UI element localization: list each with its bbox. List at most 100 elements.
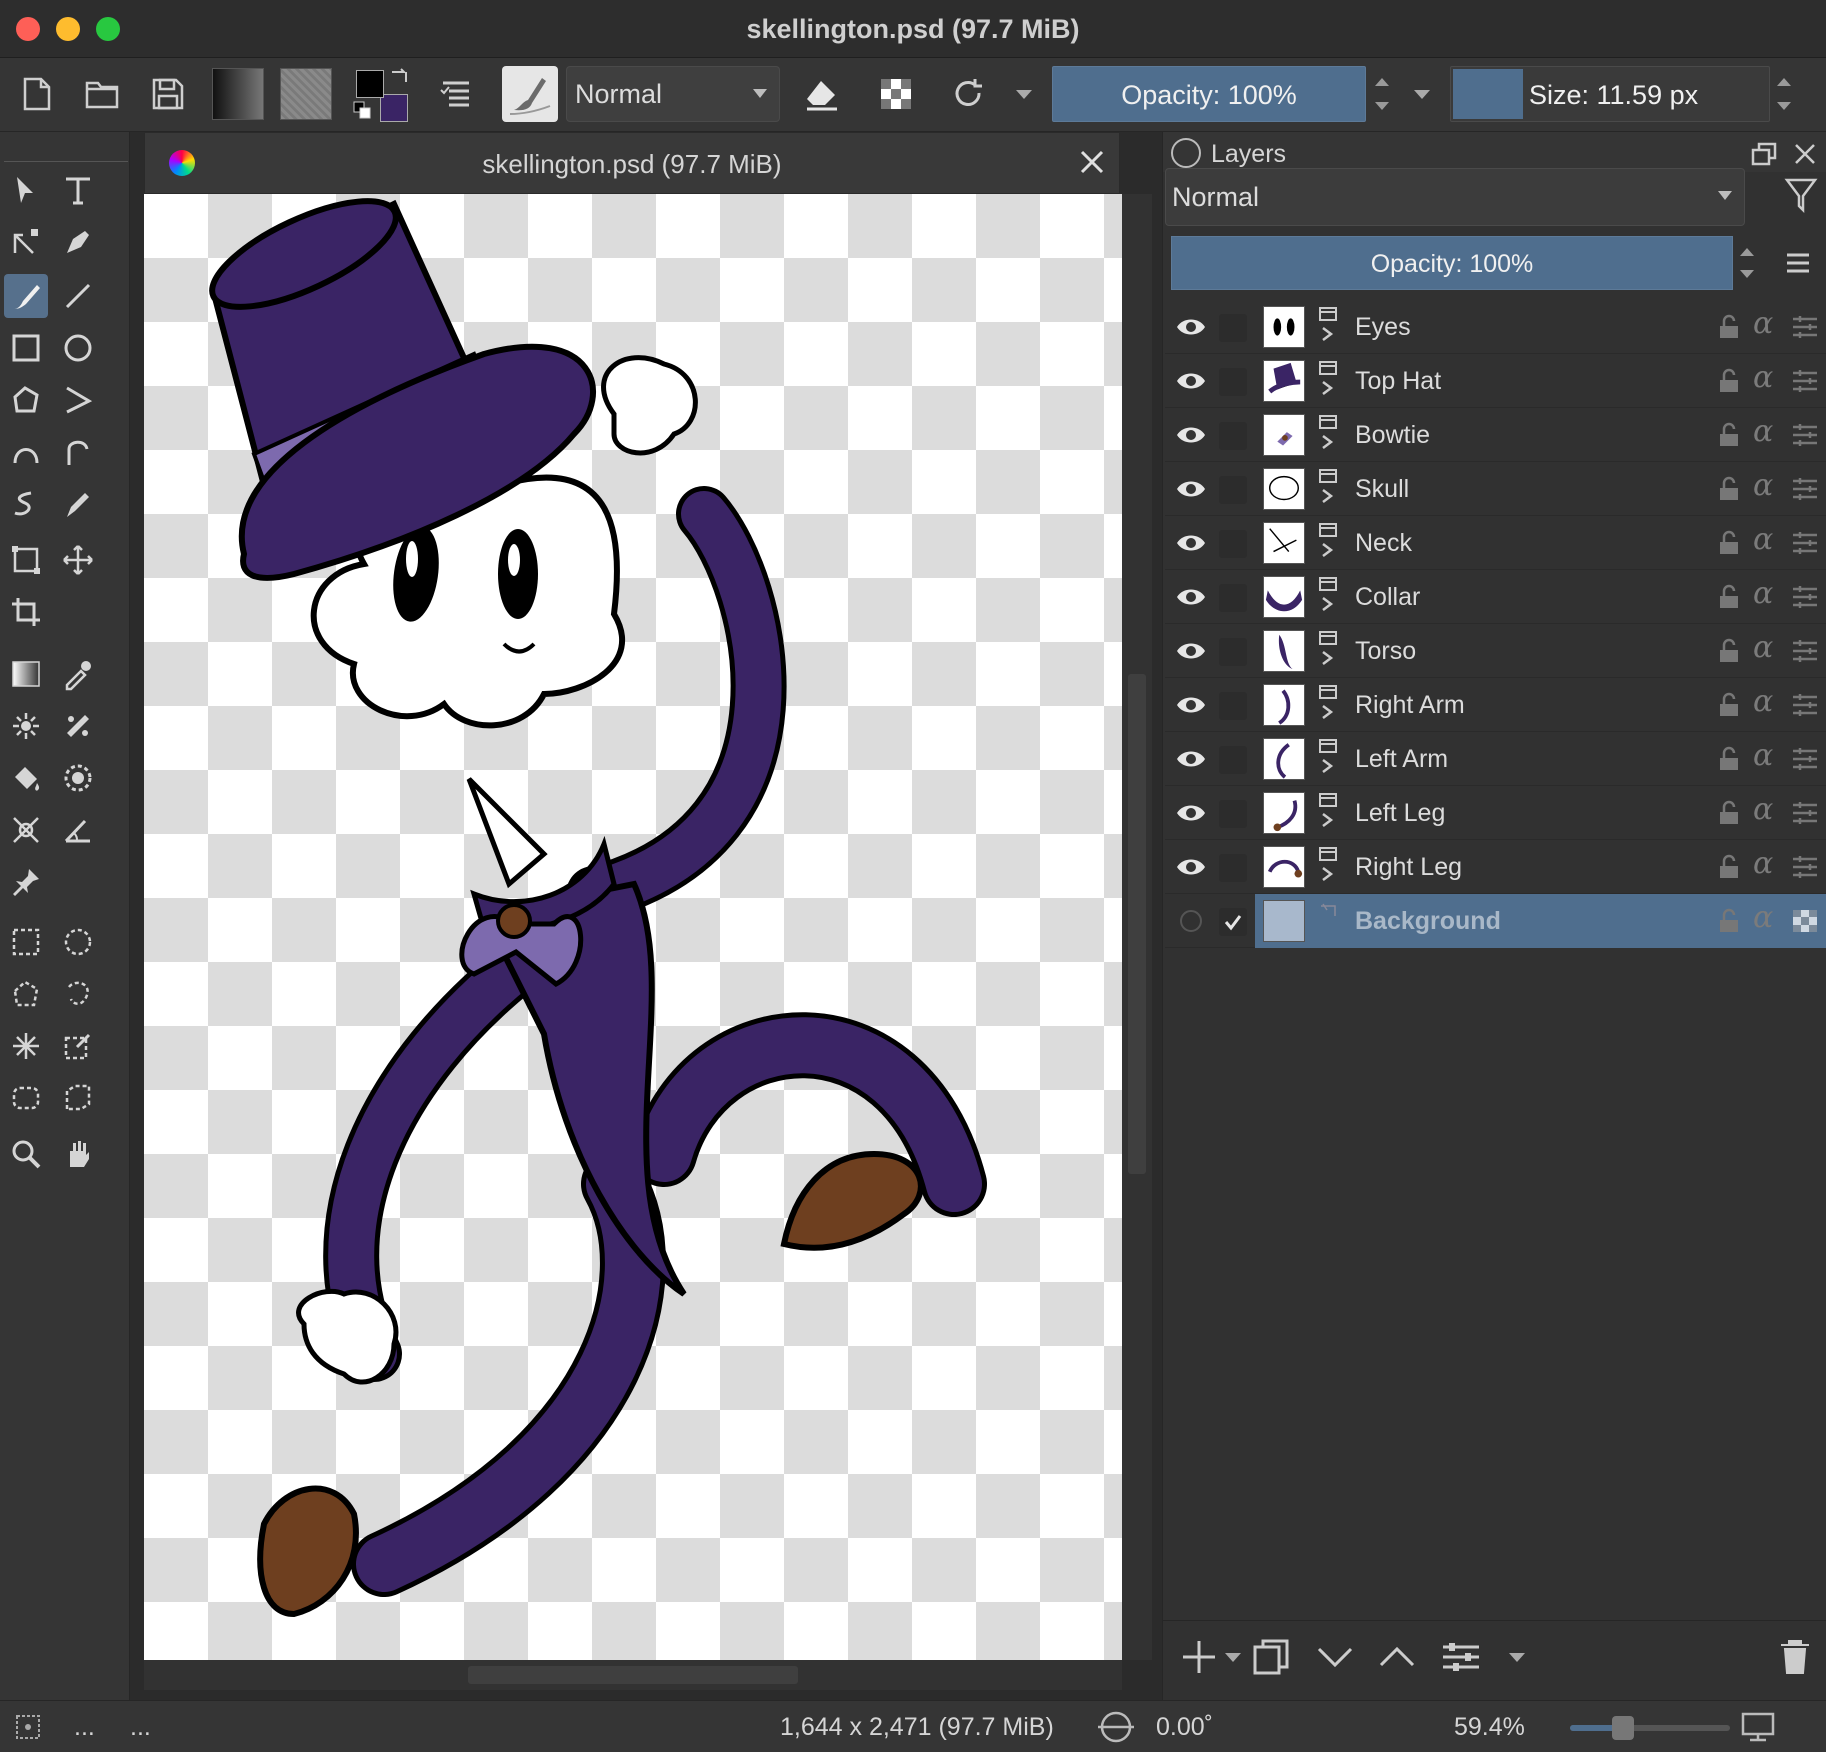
alpha-lock-icon[interactable]: α	[1753, 414, 1773, 449]
elliptical-selection-tool-icon[interactable]	[56, 920, 100, 964]
layer-row[interactable]: Top Hat α	[1165, 354, 1826, 408]
inherit-alpha-icon[interactable]	[1791, 746, 1819, 772]
edit-shapes-tool-icon[interactable]	[4, 220, 48, 264]
inherit-alpha-icon[interactable]	[1791, 584, 1819, 610]
freehand-path-tool-icon[interactable]	[56, 430, 100, 474]
assistant-tool-icon[interactable]	[4, 808, 48, 852]
layer-name[interactable]: Right Arm	[1355, 691, 1465, 720]
visibility-eye-icon[interactable]	[1175, 637, 1207, 665]
layer-row[interactable]: Left Arm α	[1165, 732, 1826, 786]
layer-name[interactable]: Torso	[1355, 637, 1416, 666]
alpha-lock-icon[interactable]: α	[1753, 360, 1773, 395]
alpha-lock-icon[interactable]: α	[1753, 792, 1773, 827]
visibility-eye-icon[interactable]	[1175, 475, 1207, 503]
layer-row[interactable]: Left Leg α	[1165, 786, 1826, 840]
gradient-swatch[interactable]	[212, 68, 264, 120]
brush-size-slider[interactable]: Size: 11.59 px	[1450, 66, 1770, 122]
save-icon[interactable]	[142, 68, 194, 120]
delete-layer-icon[interactable]	[1773, 1635, 1817, 1679]
brush-preset-button[interactable]	[502, 66, 558, 122]
horizontal-scrollbar-thumb[interactable]	[468, 1666, 798, 1684]
lock-layer-icon[interactable]	[1717, 692, 1741, 718]
canvas-area[interactable]	[144, 194, 1122, 1660]
layer-select-checkbox[interactable]	[1219, 800, 1247, 828]
smart-patch-tool-icon[interactable]	[56, 704, 100, 748]
layer-select-checkbox[interactable]	[1219, 854, 1247, 882]
polygon-tool-icon[interactable]	[4, 378, 48, 422]
select-shapes-tool-icon[interactable]	[4, 168, 48, 212]
bezier-curve-tool-icon[interactable]	[4, 430, 48, 474]
calligraphy-tool-icon[interactable]	[56, 220, 100, 264]
contiguous-selection-tool-icon[interactable]	[4, 1024, 48, 1068]
move-layer-up-icon[interactable]	[1375, 1635, 1419, 1679]
fill-tool-icon[interactable]	[4, 756, 48, 800]
layer-name[interactable]: Top Hat	[1355, 367, 1441, 396]
visibility-eye-icon[interactable]	[1175, 313, 1207, 341]
eraser-mode-icon[interactable]	[796, 68, 848, 120]
alpha-lock-icon[interactable]: α	[1753, 846, 1773, 881]
visibility-eye-icon[interactable]	[1175, 745, 1207, 773]
layer-name[interactable]: Bowtie	[1355, 421, 1430, 450]
layer-opacity-spinner[interactable]	[1735, 236, 1759, 290]
opacity-spinner[interactable]	[1370, 66, 1394, 122]
canvas[interactable]	[144, 194, 1122, 1660]
ellipse-tool-icon[interactable]	[56, 326, 100, 370]
layer-properties-icon[interactable]	[1439, 1635, 1483, 1679]
pan-tool-icon[interactable]	[56, 1132, 100, 1176]
lock-layer-icon[interactable]	[1717, 314, 1741, 340]
inherit-alpha-icon[interactable]	[1791, 476, 1819, 502]
layer-name[interactable]: Background	[1355, 907, 1501, 936]
layer-select-checkbox[interactable]	[1219, 530, 1247, 558]
layer-row[interactable]: Eyes α	[1165, 300, 1826, 354]
reset-colors-icon[interactable]	[352, 100, 374, 122]
add-layer-icon[interactable]	[1177, 1635, 1221, 1679]
inherit-alpha-icon[interactable]	[1791, 800, 1819, 826]
chevron-down-icon[interactable]	[1016, 90, 1032, 99]
layer-row[interactable]: Neck α	[1165, 516, 1826, 570]
similar-color-selection-tool-icon[interactable]	[56, 1024, 100, 1068]
lock-layer-icon[interactable]	[1717, 476, 1741, 502]
lock-layer-icon[interactable]	[1717, 368, 1741, 394]
reload-preset-icon[interactable]	[942, 68, 994, 120]
layer-row[interactable]: Right Leg α	[1165, 840, 1826, 894]
alpha-lock-icon[interactable]: α	[1753, 900, 1773, 935]
layer-name[interactable]: Neck	[1355, 529, 1412, 558]
alpha-lock-icon[interactable]: α	[1753, 630, 1773, 665]
layer-name[interactable]: Skull	[1355, 475, 1409, 504]
rotation-icon[interactable]	[1092, 1709, 1140, 1745]
lock-layer-icon[interactable]	[1717, 800, 1741, 826]
hidden-layer-icon[interactable]	[1175, 907, 1207, 935]
colorize-mask-tool-icon[interactable]	[4, 704, 48, 748]
gradient-tool-icon[interactable]	[4, 652, 48, 696]
open-folder-icon[interactable]	[76, 68, 128, 120]
opacity-slider[interactable]: Opacity: 100%	[1052, 66, 1366, 122]
inherit-alpha-icon[interactable]	[1791, 530, 1819, 556]
alpha-lock-icon[interactable]: α	[1753, 738, 1773, 773]
zoom-tool-icon[interactable]	[4, 1132, 48, 1176]
layer-select-checkbox[interactable]	[1219, 908, 1247, 936]
filter-icon[interactable]	[1783, 176, 1819, 216]
chevron-down-icon[interactable]	[1509, 1653, 1525, 1662]
foreground-color-swatch[interactable]	[356, 70, 384, 98]
zoom-slider-handle[interactable]	[1612, 1716, 1634, 1740]
display-icon[interactable]	[1740, 1711, 1776, 1743]
layer-opacity-slider[interactable]: Opacity: 100%	[1171, 236, 1733, 290]
color-picker-tool-icon[interactable]	[56, 652, 100, 696]
lock-docker-icon[interactable]	[1171, 138, 1201, 168]
pattern-swatch[interactable]	[280, 68, 332, 120]
rectangular-selection-tool-icon[interactable]	[4, 920, 48, 964]
inherit-alpha-icon[interactable]	[1791, 314, 1819, 340]
visibility-eye-icon[interactable]	[1175, 367, 1207, 395]
layer-row[interactable]: Torso α	[1165, 624, 1826, 678]
move-tool-icon[interactable]	[56, 538, 100, 582]
brush-presets-icon[interactable]	[430, 68, 482, 120]
background-color-swatch[interactable]	[380, 94, 408, 122]
multibrush-tool-icon[interactable]	[56, 482, 100, 526]
layer-select-checkbox[interactable]	[1219, 368, 1247, 396]
lock-layer-icon[interactable]	[1717, 422, 1741, 448]
freehand-brush-tool-icon[interactable]	[4, 274, 48, 318]
layer-select-checkbox[interactable]	[1219, 746, 1247, 774]
layer-name[interactable]: Right Leg	[1355, 853, 1462, 882]
layer-select-checkbox[interactable]	[1219, 422, 1247, 450]
new-document-icon[interactable]	[10, 68, 62, 120]
